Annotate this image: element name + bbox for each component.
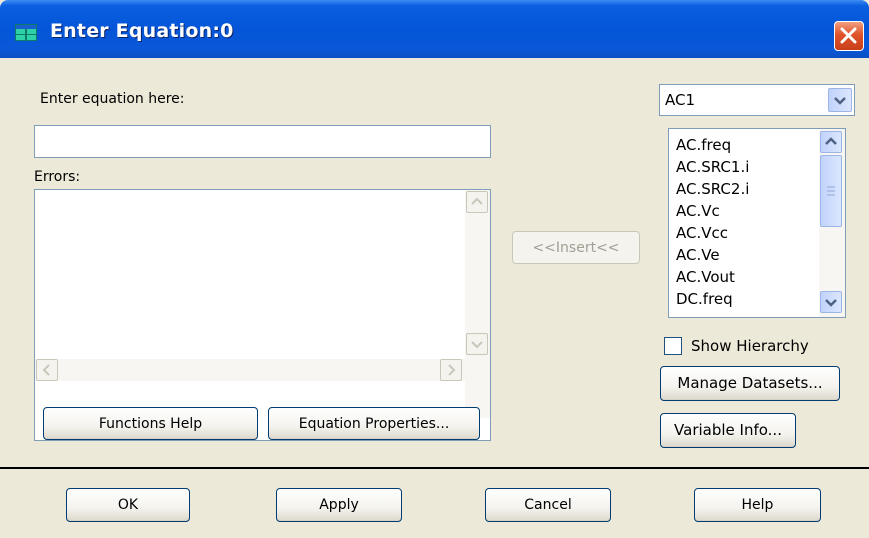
errors-scroll-left-button[interactable] [36, 359, 58, 381]
chevron-down-icon [471, 341, 483, 349]
variables-scrollbar[interactable] [819, 129, 845, 317]
chevron-up-icon [471, 197, 483, 205]
dataset-select[interactable]: AC1 [659, 84, 855, 116]
chevron-right-icon [448, 364, 456, 376]
variables-scroll-thumb[interactable] [820, 155, 842, 227]
chevron-down-icon [834, 97, 846, 105]
list-item[interactable]: AC.Vcc [676, 224, 728, 242]
equation-label: Enter equation here: [40, 91, 185, 107]
chevron-up-icon [825, 137, 837, 145]
variables-scroll-down-button[interactable] [820, 291, 842, 313]
dialog-body: Enter equation here: Errors: Functions H… [0, 58, 869, 538]
list-item[interactable]: AC.SRC1.i [676, 158, 749, 176]
variables-scroll-up-button[interactable] [820, 131, 842, 153]
errors-scroll-right-button[interactable] [440, 359, 462, 381]
chevron-left-icon [42, 364, 50, 376]
show-hierarchy-checkbox[interactable] [664, 337, 682, 355]
show-hierarchy-label: Show Hierarchy [691, 337, 809, 355]
cancel-button[interactable]: Cancel [485, 488, 611, 522]
errors-vertical-scrollbar[interactable] [465, 190, 490, 418]
variables-listbox[interactable]: AC.freq AC.SRC1.i AC.SRC2.i AC.Vc AC.Vcc… [668, 128, 846, 318]
errors-scroll-down-button[interactable] [466, 333, 488, 355]
close-icon [840, 27, 857, 44]
list-item[interactable]: AC.SRC2.i [676, 180, 749, 198]
grip-icon [827, 186, 835, 196]
list-item[interactable]: AC.freq [676, 136, 731, 154]
list-item[interactable]: AC.Vc [676, 202, 720, 220]
window-title: Enter Equation:0 [50, 20, 234, 42]
title-bar[interactable]: Enter Equation:0 [0, 0, 869, 58]
chevron-down-icon [825, 299, 837, 307]
equation-input[interactable] [34, 125, 491, 158]
variable-info-button[interactable]: Variable Info... [660, 413, 796, 448]
errors-label: Errors: [34, 169, 81, 185]
errors-horizontal-scrollbar[interactable] [35, 359, 465, 381]
list-item[interactable]: DC.freq [676, 290, 733, 308]
help-button[interactable]: Help [694, 488, 821, 522]
errors-scroll-up-button[interactable] [466, 191, 488, 213]
apply-button[interactable]: Apply [276, 488, 402, 522]
app-grid-icon [15, 24, 37, 41]
manage-datasets-button[interactable]: Manage Datasets... [660, 366, 840, 401]
errors-textarea[interactable] [34, 189, 491, 441]
functions-help-button[interactable]: Functions Help [43, 407, 258, 440]
list-item[interactable]: AC.Ve [676, 246, 720, 264]
dataset-select-value: AC1 [665, 91, 696, 109]
divider [0, 467, 869, 469]
close-button[interactable] [834, 21, 864, 51]
list-item[interactable]: AC.Vout [676, 268, 735, 286]
dataset-dropdown-button[interactable] [828, 88, 852, 112]
equation-properties-button[interactable]: Equation Properties... [268, 407, 480, 440]
insert-button[interactable]: <<Insert<< [512, 231, 640, 264]
ok-button[interactable]: OK [66, 488, 190, 522]
